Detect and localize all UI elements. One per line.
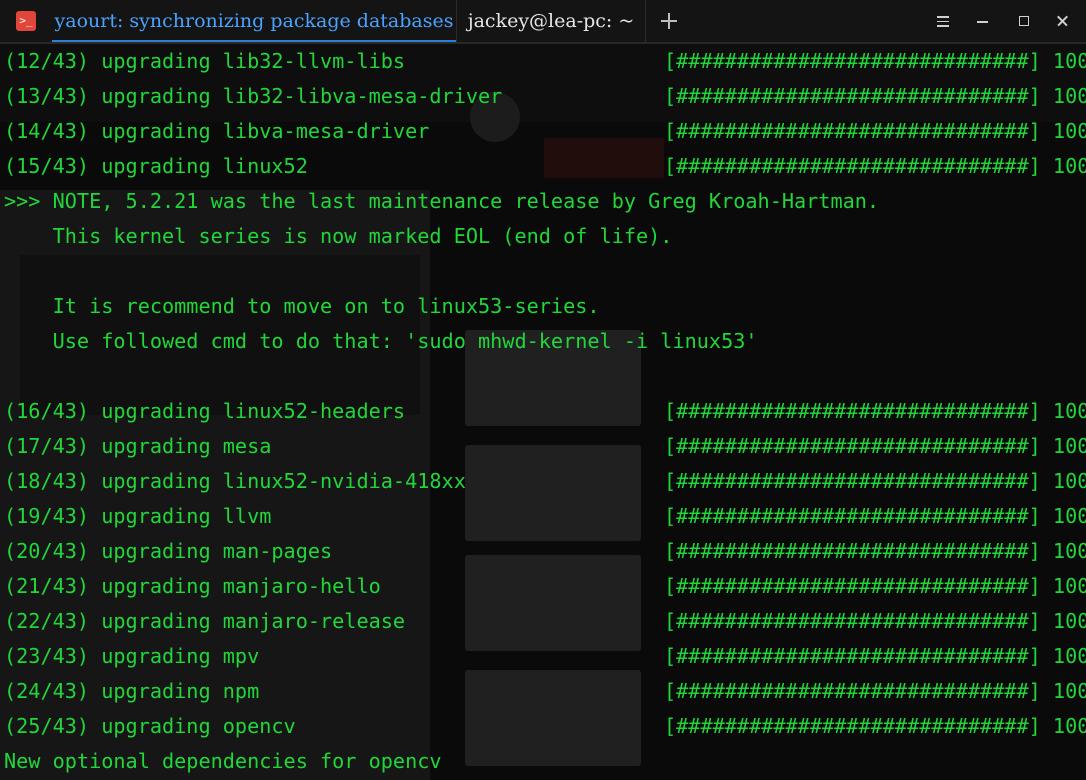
terminal-line: New optional dependencies for opencv <box>4 749 442 773</box>
terminal-line: (23/43) upgrading mpv <box>4 644 260 668</box>
terminal-line: (12/43) upgrading lib32-llvm-libs <box>4 49 406 73</box>
terminal-line: (16/43) upgrading linux52-headers <box>4 399 406 423</box>
terminal-line: (14/43) upgrading libva-mesa-driver <box>4 119 430 143</box>
terminal-line: (13/43) upgrading lib32-libva-mesa-drive… <box>4 84 503 108</box>
terminal-line: This kernel series is now marked EOL (en… <box>4 224 673 248</box>
title-bar: >_ yaourt: synchronizing package databas… <box>0 0 1086 43</box>
terminal-output[interactable]: (12/43) upgrading lib32-llvm-libs [######… <box>0 44 1086 780</box>
progress-bar-text: [#############################] 100% <box>664 399 1086 423</box>
terminal-line: It is recommend to move on to linux53-se… <box>4 294 600 318</box>
progress-bar-text: [#############################] 100% <box>664 679 1086 703</box>
progress-bar-text: [#############################] 100% <box>664 609 1086 633</box>
progress-bar-text: [#############################] 100% <box>664 469 1086 493</box>
terminal-line: Use followed cmd to do that: 'sudo mhwd-… <box>4 329 758 353</box>
progress-bar-text: [#############################] 100% <box>664 574 1086 598</box>
progress-bar-text: [#############################] 100% <box>664 714 1086 738</box>
terminal-line: (22/43) upgrading manjaro-release <box>4 609 406 633</box>
progress-bar-text: [#############################] 100% <box>664 119 1086 143</box>
terminal-line: (21/43) upgrading manjaro-hello <box>4 574 381 598</box>
terminal-line: (15/43) upgrading linux52 <box>4 154 308 178</box>
tab-jackey-shell[interactable]: jackey@lea-pc: ~ <box>456 0 646 42</box>
add-tab-icon[interactable] <box>655 7 683 35</box>
close-icon[interactable] <box>1051 9 1075 33</box>
tab-yaourt[interactable]: yaourt: synchronizing package databases <box>52 0 456 42</box>
maximize-icon[interactable] <box>1011 9 1035 33</box>
progress-bar-text: [#############################] 100% <box>664 644 1086 668</box>
minimize-icon[interactable] <box>971 9 995 33</box>
progress-bar-text: [#############################] 100% <box>664 49 1086 73</box>
progress-bar-text: [#############################] 100% <box>664 504 1086 528</box>
progress-bar-text: [#############################] 100% <box>664 84 1086 108</box>
terminal-line: (19/43) upgrading llvm <box>4 504 272 528</box>
menu-icon[interactable] <box>931 9 955 33</box>
terminal-line: (17/43) upgrading mesa <box>4 434 272 458</box>
terminal-line: (18/43) upgrading linux52-nvidia-418xx <box>4 469 466 493</box>
progress-bar-text: [#############################] 100% <box>664 434 1086 458</box>
terminal-line: >>> NOTE, 5.2.21 was the last maintenanc… <box>4 189 880 213</box>
terminal-app-icon: >_ <box>16 11 36 31</box>
terminal-line: (25/43) upgrading opencv <box>4 714 296 738</box>
terminal-line: (24/43) upgrading npm <box>4 679 260 703</box>
progress-bar-text: [#############################] 100% <box>664 539 1086 563</box>
progress-bar-text: [#############################] 100% <box>664 154 1086 178</box>
terminal-line: (20/43) upgrading man-pages <box>4 539 333 563</box>
